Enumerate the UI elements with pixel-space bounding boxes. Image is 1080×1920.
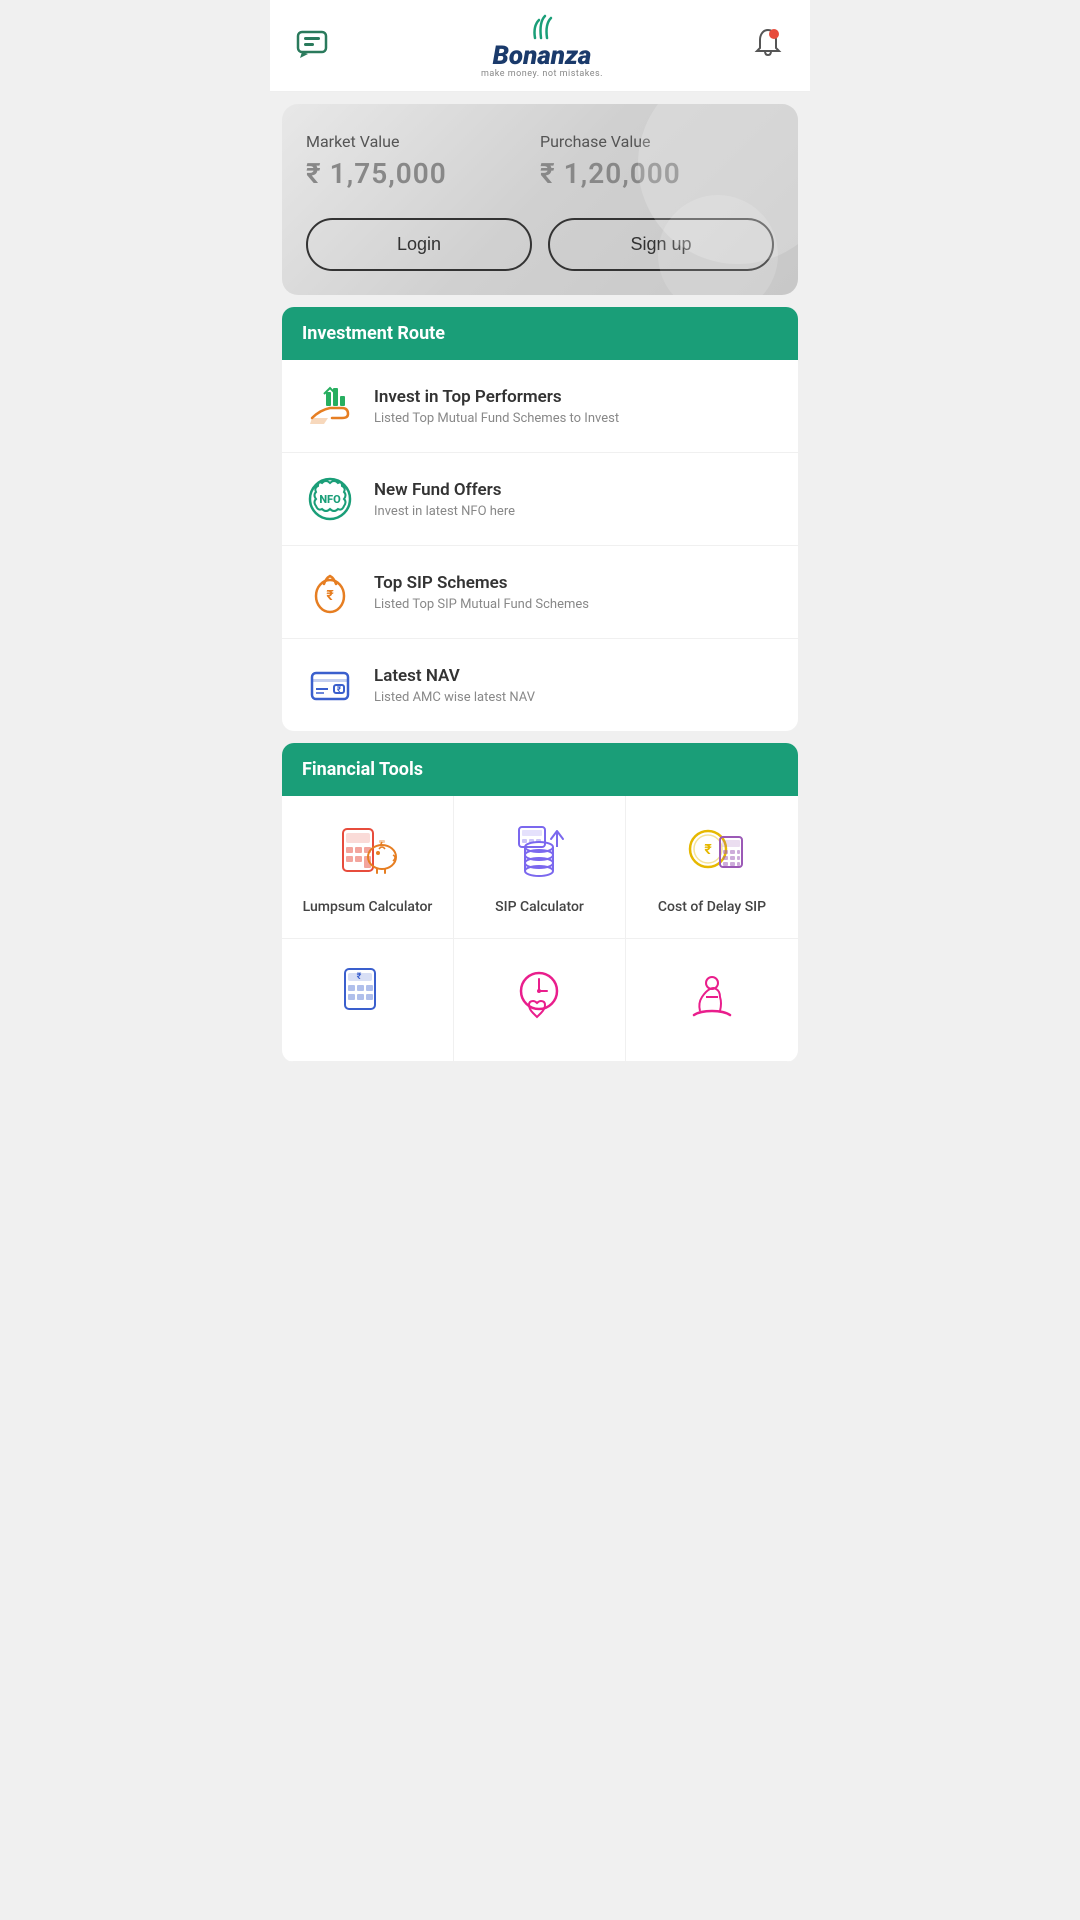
top-performers-icon — [302, 378, 358, 434]
notification-bell-button[interactable] — [746, 22, 790, 69]
top-performers-subtitle: Listed Top Mutual Fund Schemes to Invest — [374, 411, 619, 426]
cost-of-delay-sip-label: Cost of Delay SIP — [658, 898, 766, 918]
chat-icon — [294, 24, 334, 64]
latest-nav-icon: ₹ — [302, 657, 358, 713]
purchase-value-label: Purchase Value — [540, 132, 774, 151]
logo-tagline: make money. not mistakes. — [481, 69, 603, 79]
sip-calculator-label: SIP Calculator — [495, 898, 584, 918]
financial-tools-title: Financial Tools — [302, 759, 778, 780]
financial-tools-header: Financial Tools — [282, 743, 798, 796]
signup-button[interactable]: Sign up — [548, 218, 774, 271]
top-performers-item[interactable]: Invest in Top Performers Listed Top Mutu… — [282, 360, 798, 453]
purchase-value-block: Purchase Value ₹ 1,20,000 — [540, 132, 774, 190]
top-sip-title: Top SIP Schemes — [374, 573, 589, 593]
market-value-card: Market Value ₹ 1,75,000 Purchase Value ₹… — [282, 104, 798, 295]
lumpsum-calculator-icon — [333, 816, 403, 886]
latest-nav-title: Latest NAV — [374, 666, 535, 686]
tool-6-icon — [677, 959, 747, 1029]
brand-logo: Bonanza make money. not mistakes. — [481, 12, 603, 79]
financial-tools-grid: Lumpsum Calculator — [282, 796, 798, 1062]
svg-text:₹: ₹ — [357, 972, 362, 982]
latest-nav-subtitle: Listed AMC wise latest NAV — [374, 690, 535, 705]
tool-5[interactable] — [454, 939, 626, 1062]
tool-4[interactable]: ₹ — [282, 939, 454, 1062]
svg-text:NFO: NFO — [319, 493, 341, 506]
market-value-label: Market Value — [306, 132, 540, 151]
bell-icon — [750, 26, 786, 62]
investment-route-header: Investment Route — [282, 307, 798, 360]
latest-nav-text: Latest NAV Listed AMC wise latest NAV — [374, 666, 535, 705]
top-sip-text: Top SIP Schemes Listed Top SIP Mutual Fu… — [374, 573, 589, 612]
cost-of-delay-sip-icon: ₹ — [677, 816, 747, 886]
tool-4-icon: ₹ — [333, 959, 403, 1029]
chat-icon-button[interactable] — [290, 20, 338, 71]
investment-route-title: Investment Route — [302, 323, 778, 344]
logo-graphic — [527, 12, 557, 40]
top-performers-text: Invest in Top Performers Listed Top Mutu… — [374, 387, 619, 426]
sip-calculator-tool[interactable]: SIP Calculator — [454, 796, 626, 939]
lumpsum-calculator-label: Lumpsum Calculator — [303, 898, 433, 918]
top-sip-subtitle: Listed Top SIP Mutual Fund Schemes — [374, 597, 589, 612]
lumpsum-calculator-tool[interactable]: Lumpsum Calculator — [282, 796, 454, 939]
sip-calculator-icon — [505, 816, 575, 886]
latest-nav-item[interactable]: ₹ Latest NAV Listed AMC wise latest NAV — [282, 639, 798, 731]
cost-of-delay-sip-tool[interactable]: ₹ Cost of Delay SIP — [626, 796, 798, 939]
purchase-value-amount: ₹ 1,20,000 — [540, 157, 774, 190]
logo-name: Bonanza — [493, 43, 592, 69]
top-performers-title: Invest in Top Performers — [374, 387, 619, 407]
investment-route-card: Invest in Top Performers Listed Top Mutu… — [282, 360, 798, 731]
svg-text:₹: ₹ — [704, 842, 712, 858]
nfo-title: New Fund Offers — [374, 480, 515, 500]
top-sip-item[interactable]: ₹ Top SIP Schemes Listed Top SIP Mutual … — [282, 546, 798, 639]
market-value-block: Market Value ₹ 1,75,000 — [306, 132, 540, 190]
svg-text:₹: ₹ — [326, 588, 334, 604]
tool-6[interactable] — [626, 939, 798, 1062]
app-header: Bonanza make money. not mistakes. — [270, 0, 810, 92]
login-button[interactable]: Login — [306, 218, 532, 271]
nfo-item[interactable]: NFO New Fund Offers Invest in latest NFO… — [282, 453, 798, 546]
top-sip-icon: ₹ — [302, 564, 358, 620]
market-value-amount: ₹ 1,75,000 — [306, 157, 540, 190]
tool-5-icon — [505, 959, 575, 1029]
nfo-text: New Fund Offers Invest in latest NFO her… — [374, 480, 515, 519]
nfo-subtitle: Invest in latest NFO here — [374, 504, 515, 519]
nfo-icon: NFO — [302, 471, 358, 527]
